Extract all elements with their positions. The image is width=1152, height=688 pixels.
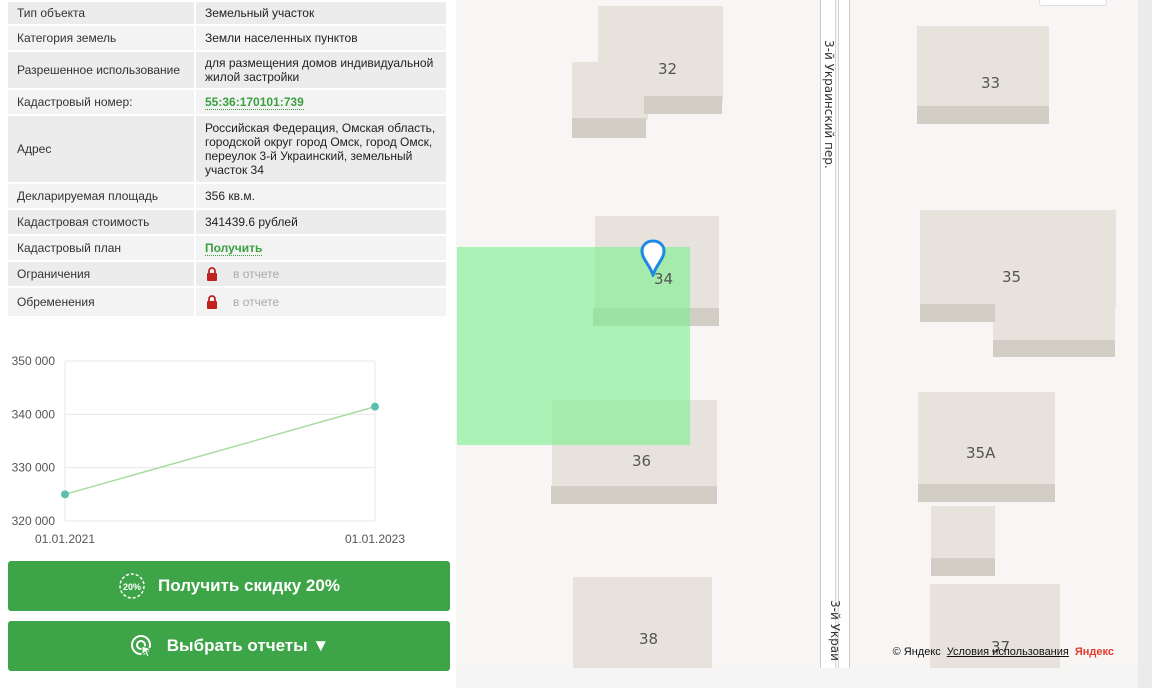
property-row: Категория земель Земли населенных пунктов <box>8 26 446 50</box>
series-line <box>64 405 376 496</box>
property-row: Ограничения в отчете <box>8 262 446 286</box>
building-32-wing <box>572 62 648 120</box>
map-view[interactable]: 32 33 35 35А 36 37 38 3-й Украинский пер… <box>456 0 1138 668</box>
data-point <box>371 402 379 411</box>
property-row: Адрес Российская Федерация, Омская област… <box>8 116 446 182</box>
property-key: Кадастровый номер: <box>8 90 194 114</box>
property-row: Кадастровый план Получить <box>8 236 446 260</box>
property-value: Получить <box>194 236 446 260</box>
price-chart-svg: 350 000 340 000 330 000 320 000 01.01.2021 01… <box>12 354 406 546</box>
street-label-top: 3-й Украинский пер. <box>822 40 836 169</box>
discount-badge-icon: 20% <box>119 573 145 599</box>
cadastral-plan-link[interactable]: Получить <box>205 241 263 256</box>
page-scroll-edge <box>1138 0 1152 688</box>
property-row: Разрешенное использование для размещения … <box>8 52 446 88</box>
property-value: Земли населенных пунктов <box>194 26 446 50</box>
property-key: Декларируемая площадь <box>8 184 194 208</box>
property-panel: Тип объекта Земельный участок Категория зе… <box>0 0 456 688</box>
building-38 <box>573 577 712 668</box>
building-small <box>931 506 995 560</box>
property-key: Адрес <box>8 116 194 182</box>
building-number-36: 36 <box>632 452 652 470</box>
property-value: Земельный участок <box>194 2 446 24</box>
building-32-shadow-2 <box>572 118 646 138</box>
property-row: Обременения в отчете <box>8 288 446 316</box>
property-key: Категория земель <box>8 26 194 50</box>
building-35a-shadow <box>918 484 1055 502</box>
building-number-38: 38 <box>639 630 659 648</box>
property-key: Тип объекта <box>8 2 194 24</box>
property-row: Кадастровый номер: 55:36:170101:739 <box>8 90 446 114</box>
building-number-33: 33 <box>981 74 1001 92</box>
building-35-wing <box>993 300 1115 342</box>
building-number-35a: 35А <box>966 444 996 462</box>
property-value: Российская Федерация, Омская область, го… <box>194 116 446 182</box>
property-key: Ограничения <box>8 262 194 286</box>
building-32-shadow <box>644 96 722 114</box>
locked-value: в отчете <box>205 295 437 309</box>
discount-button[interactable]: 20% Получить скидку 20% <box>8 561 450 611</box>
property-key: Разрешенное использование <box>8 52 194 88</box>
property-value: 55:36:170101:739 <box>194 90 446 114</box>
building-35-shadow <box>920 304 995 322</box>
yandex-logo: Яндекс <box>1074 646 1114 658</box>
property-value: для размещения домов индивидуальной жило… <box>194 52 446 88</box>
x-tick-label: 01.01.2023 <box>345 532 405 546</box>
locked-text: в отчете <box>233 267 280 281</box>
property-table: Тип объекта Земельный участок Категория зе… <box>8 0 446 318</box>
map-control[interactable] <box>1039 0 1107 6</box>
y-tick-label: 340 000 <box>12 407 56 421</box>
building-number-35: 35 <box>1002 268 1022 286</box>
property-key: Кадастровая стоимость <box>8 210 194 234</box>
property-value: 341439.6 рублей <box>194 210 446 234</box>
property-value: в отчете <box>194 288 446 316</box>
building-33 <box>917 26 1049 108</box>
building-35 <box>920 210 1116 308</box>
discount-badge-text: 20% <box>123 582 141 592</box>
cadastral-number-link[interactable]: 55:36:170101:739 <box>205 95 304 110</box>
map-attribution: © Яндекс Условия использования Яндекс <box>893 646 1114 658</box>
property-row: Кадастровая стоимость 341439.6 рублей <box>8 210 446 234</box>
discount-button-label: Получить скидку 20% <box>158 576 340 595</box>
price-chart: 350 000 340 000 330 000 320 000 01.01.2021 01… <box>0 340 456 555</box>
map-pin-icon[interactable] <box>640 239 666 277</box>
property-value: 356 кв.м. <box>194 184 446 208</box>
lock-icon <box>207 267 217 281</box>
locked-text: в отчете <box>233 295 280 309</box>
locked-value: в отчете <box>205 267 437 281</box>
property-value: в отчете <box>194 262 446 286</box>
attribution-text: © Яндекс <box>892 646 941 658</box>
y-tick-label: 350 000 <box>12 354 56 368</box>
lock-icon <box>207 295 217 309</box>
property-row: Декларируемая площадь 356 кв.м. <box>8 184 446 208</box>
building-35-shadow-2 <box>993 340 1115 357</box>
building-36-shadow <box>551 486 717 504</box>
property-row: Тип объекта Земельный участок <box>8 2 446 24</box>
reports-button-label: Выбрать отчеты ▼ <box>166 636 330 655</box>
y-tick-label: 330 000 <box>12 461 56 475</box>
terms-link[interactable]: Условия использования <box>947 646 1069 658</box>
reports-button[interactable]: Выбрать отчеты ▼ <box>8 621 450 671</box>
building-33-shadow <box>917 106 1049 124</box>
x-tick-label: 01.01.2021 <box>35 532 95 546</box>
property-key: Обременения <box>8 288 194 316</box>
building-number-32: 32 <box>658 60 678 78</box>
cursor-click-icon <box>130 635 153 658</box>
y-tick-label: 320 000 <box>12 514 56 528</box>
street-label-bottom: 3-й Украи <box>828 600 842 661</box>
data-point <box>61 490 69 499</box>
property-key: Кадастровый план <box>8 236 194 260</box>
building-small-shadow <box>931 558 995 576</box>
building-35a <box>918 392 1055 486</box>
